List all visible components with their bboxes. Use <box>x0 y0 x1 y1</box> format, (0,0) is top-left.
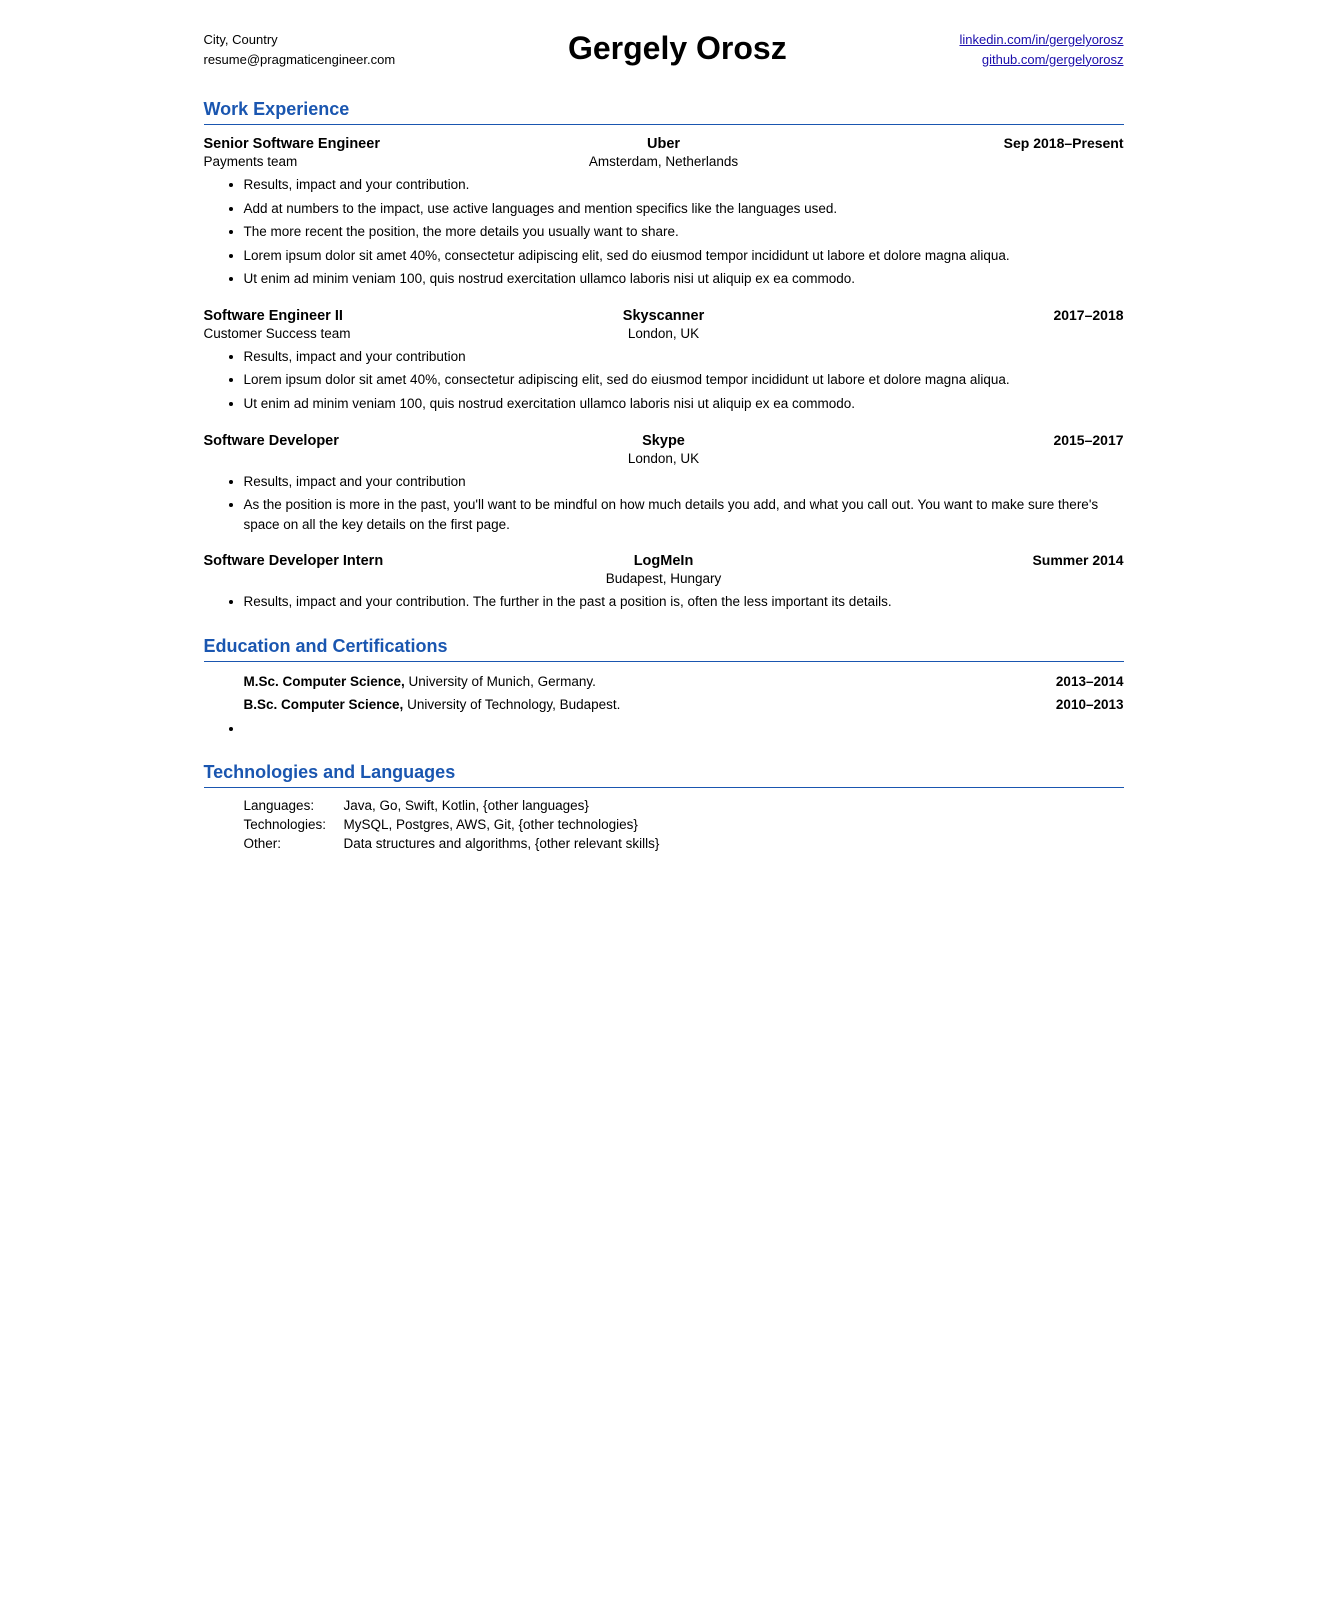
work-experience-divider <box>204 124 1124 125</box>
job-logmein-header: Software Developer Intern LogMeIn Summer… <box>204 552 1124 569</box>
education-divider <box>204 661 1124 662</box>
education-msc-date: 2013–2014 <box>1056 672 1124 692</box>
education-msc-text: M.Sc. Computer Science, University of Mu… <box>244 672 1056 692</box>
job-uber-title: Senior Software Engineer <box>204 136 511 152</box>
header-city: City, Country <box>204 30 396 50</box>
list-item: As the position is more in the past, you… <box>244 495 1124 534</box>
resume-header: City, Country resume@pragmaticengineer.c… <box>204 30 1124 69</box>
job-uber-location: Amsterdam, Netherlands <box>510 154 817 169</box>
tech-other: Other: Data structures and algorithms, {… <box>244 836 1124 851</box>
education-bsc-date: 2010–2013 <box>1056 695 1124 715</box>
job-skyscanner-bullets: Results, impact and your contribution Lo… <box>204 347 1124 414</box>
job-uber-sub: Payments team Amsterdam, Netherlands <box>204 154 1124 169</box>
technologies-list: Languages: Java, Go, Swift, Kotlin, {oth… <box>204 798 1124 851</box>
job-skype-header: Software Developer Skype 2015–2017 <box>204 432 1124 449</box>
job-logmein-team <box>204 571 511 586</box>
job-uber-company: Uber <box>510 136 817 152</box>
education-bsc-text: B.Sc. Computer Science, University of Te… <box>244 695 1056 715</box>
linkedin-link[interactable]: linkedin.com/in/gergelyorosz <box>959 30 1123 50</box>
resume-name: Gergely Orosz <box>395 30 959 67</box>
job-skyscanner-company: Skyscanner <box>510 308 817 324</box>
job-skype: Software Developer Skype 2015–2017 Londo… <box>204 432 1124 535</box>
job-uber-date: Sep 2018–Present <box>817 135 1124 151</box>
job-uber: Senior Software Engineer Uber Sep 2018–P… <box>204 135 1124 289</box>
technologies-title: Technologies and Languages <box>204 762 1124 783</box>
list-item: Add at numbers to the impact, use active… <box>244 199 1124 219</box>
job-skyscanner-header: Software Engineer II Skyscanner 2017–201… <box>204 307 1124 324</box>
job-logmein-sub: Budapest, Hungary <box>204 571 1124 586</box>
tech-technologies: Technologies: MySQL, Postgres, AWS, Git,… <box>244 817 1124 832</box>
job-uber-team: Payments team <box>204 154 511 169</box>
tech-languages-value: Java, Go, Swift, Kotlin, {other language… <box>344 798 1124 813</box>
list-item: Results, impact and your contribution. T… <box>244 592 1124 612</box>
technologies-section: Technologies and Languages Languages: Ja… <box>204 762 1124 851</box>
job-skype-title: Software Developer <box>204 433 511 449</box>
education-empty <box>244 719 1124 739</box>
job-skyscanner-title: Software Engineer II <box>204 308 511 324</box>
work-experience-section: Work Experience Senior Software Engineer… <box>204 99 1124 612</box>
job-uber-header: Senior Software Engineer Uber Sep 2018–P… <box>204 135 1124 152</box>
header-right: linkedin.com/in/gergelyorosz github.com/… <box>959 30 1123 69</box>
job-skyscanner-team: Customer Success team <box>204 326 511 341</box>
education-bsc: B.Sc. Computer Science, University of Te… <box>244 695 1124 715</box>
tech-other-value: Data structures and algorithms, {other r… <box>344 836 1124 851</box>
education-msc-school: University of Munich, Germany. <box>405 674 596 689</box>
education-bsc-degree: B.Sc. Computer Science, <box>244 697 404 712</box>
tech-other-label: Other: <box>244 836 344 851</box>
education-msc-degree: M.Sc. Computer Science, <box>244 674 405 689</box>
job-logmein: Software Developer Intern LogMeIn Summer… <box>204 552 1124 612</box>
list-item: Ut enim ad minim veniam 100, quis nostru… <box>244 394 1124 414</box>
header-email: resume@pragmaticengineer.com <box>204 50 396 70</box>
education-list: M.Sc. Computer Science, University of Mu… <box>204 672 1124 739</box>
list-item: Ut enim ad minim veniam 100, quis nostru… <box>244 269 1124 289</box>
education-section: Education and Certifications M.Sc. Compu… <box>204 636 1124 739</box>
job-skype-date: 2015–2017 <box>817 432 1124 448</box>
job-skyscanner-location: London, UK <box>510 326 817 341</box>
education-msc: M.Sc. Computer Science, University of Mu… <box>244 672 1124 692</box>
technologies-divider <box>204 787 1124 788</box>
job-skyscanner: Software Engineer II Skyscanner 2017–201… <box>204 307 1124 414</box>
tech-languages-label: Languages: <box>244 798 344 813</box>
job-logmein-location: Budapest, Hungary <box>510 571 817 586</box>
list-item: Results, impact and your contribution <box>244 472 1124 492</box>
list-item: Lorem ipsum dolor sit amet 40%, consecte… <box>244 246 1124 266</box>
tech-technologies-value: MySQL, Postgres, AWS, Git, {other techno… <box>344 817 1124 832</box>
job-skype-sub: London, UK <box>204 451 1124 466</box>
list-item: Lorem ipsum dolor sit amet 40%, consecte… <box>244 370 1124 390</box>
job-logmein-title: Software Developer Intern <box>204 553 511 569</box>
header-center: Gergely Orosz <box>395 30 959 67</box>
job-skype-location: London, UK <box>510 451 817 466</box>
list-item: The more recent the position, the more d… <box>244 222 1124 242</box>
tech-languages: Languages: Java, Go, Swift, Kotlin, {oth… <box>244 798 1124 813</box>
list-item: Results, impact and your contribution. <box>244 175 1124 195</box>
job-skype-bullets: Results, impact and your contribution As… <box>204 472 1124 535</box>
github-link[interactable]: github.com/gergelyorosz <box>959 50 1123 70</box>
header-left: City, Country resume@pragmaticengineer.c… <box>204 30 396 69</box>
job-logmein-company: LogMeIn <box>510 553 817 569</box>
education-title: Education and Certifications <box>204 636 1124 657</box>
job-skype-team <box>204 451 511 466</box>
job-logmein-date: Summer 2014 <box>817 552 1124 568</box>
job-logmein-bullets: Results, impact and your contribution. T… <box>204 592 1124 612</box>
tech-technologies-label: Technologies: <box>244 817 344 832</box>
work-experience-title: Work Experience <box>204 99 1124 120</box>
job-uber-bullets: Results, impact and your contribution. A… <box>204 175 1124 289</box>
job-skyscanner-sub: Customer Success team London, UK <box>204 326 1124 341</box>
job-skype-company: Skype <box>510 433 817 449</box>
list-item: Results, impact and your contribution <box>244 347 1124 367</box>
job-skyscanner-date: 2017–2018 <box>817 307 1124 323</box>
education-bsc-school: University of Technology, Budapest. <box>403 697 620 712</box>
